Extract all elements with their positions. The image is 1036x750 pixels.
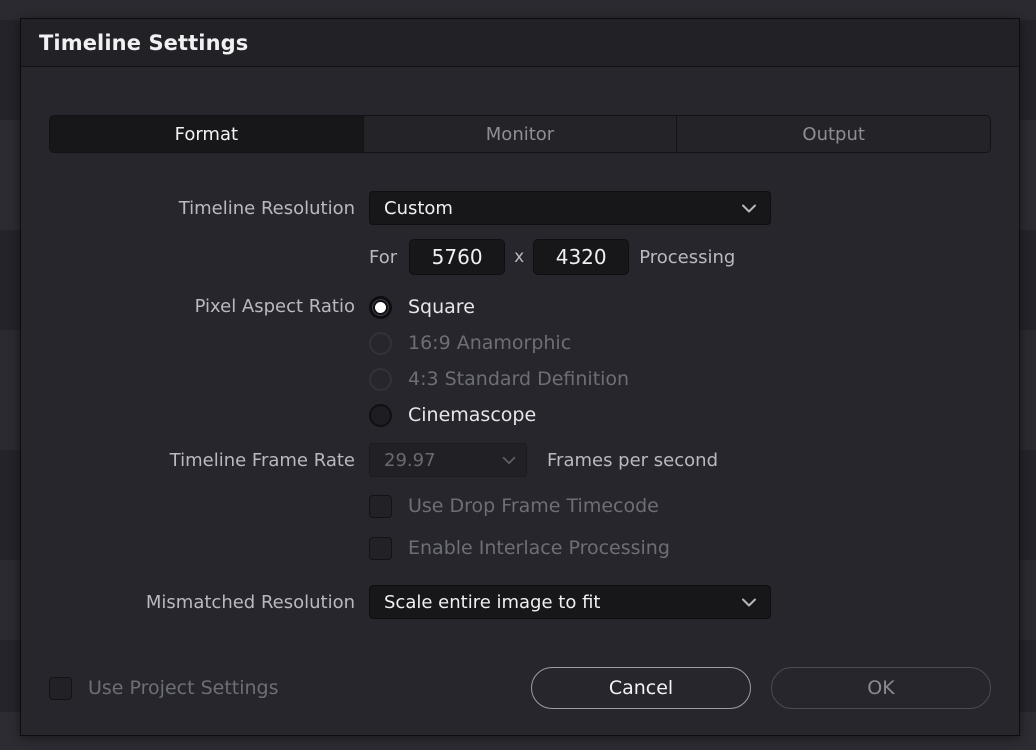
timeline-frame-rate-label: Timeline Frame Rate	[169, 449, 355, 471]
radio-row-cinemascope[interactable]: Cinemascope	[369, 397, 629, 433]
chevron-down-icon	[738, 591, 760, 613]
timeline-frame-rate-select: 29.97	[369, 443, 527, 477]
checkbox-drop-frame-timecode-icon	[369, 494, 392, 518]
tab-monitor-label: Monitor	[485, 123, 555, 145]
timeline-frame-rate-row: Timeline Frame Rate 29.97 Frames per sec…	[49, 443, 991, 477]
pixel-aspect-ratio-label: Pixel Aspect Ratio	[194, 296, 355, 317]
tab-format[interactable]: Format	[50, 116, 364, 152]
radio-standard-definition-icon	[369, 367, 392, 391]
custom-resolution-field: For x Processing	[369, 239, 991, 275]
radio-row-square[interactable]: Square	[369, 289, 629, 325]
pixel-aspect-ratio-row: Pixel Aspect Ratio Square 16:9 Anamorphi…	[49, 289, 991, 433]
checkbox-row-drop-frame-timecode: Use Drop Frame Timecode	[369, 489, 659, 523]
chevron-down-icon	[498, 449, 520, 471]
custom-resolution-row: For x Processing	[49, 239, 991, 275]
radio-cinemascope-label: Cinemascope	[408, 404, 537, 426]
dialog-titlebar: Timeline Settings	[21, 19, 1019, 67]
radio-square-icon[interactable]	[369, 295, 392, 319]
ok-button-label: OK	[867, 677, 895, 699]
dialog-footer: Use Project Settings Cancel OK	[49, 667, 991, 709]
radio-standard-definition-label: 4:3 Standard Definition	[408, 368, 630, 390]
drop-frame-timecode-row: Use Drop Frame Timecode	[49, 489, 991, 523]
timeline-frame-rate-value: 29.97	[384, 449, 436, 471]
timeline-frame-rate-field: 29.97 Frames per second	[369, 443, 991, 477]
timeline-height-input[interactable]	[533, 239, 630, 275]
mismatched-resolution-select[interactable]: Scale entire image to fit	[369, 585, 771, 619]
mismatched-resolution-value: Scale entire image to fit	[384, 591, 601, 613]
timeline-resolution-label: Timeline Resolution	[178, 197, 355, 219]
interlace-processing-field: Enable Interlace Processing	[369, 531, 991, 565]
checkbox-row-enable-interlace-processing: Enable Interlace Processing	[369, 531, 670, 565]
custom-resolution-suffix: Processing	[639, 246, 736, 268]
tab-format-label: Format	[174, 123, 239, 145]
timeline-width-input[interactable]	[409, 239, 506, 275]
timeline-resolution-value: Custom	[384, 197, 453, 219]
checkbox-enable-interlace-processing-label: Enable Interlace Processing	[408, 537, 670, 559]
dialog-body: Format Monitor Output Timeline Resolutio…	[21, 67, 1019, 735]
timeline-resolution-select[interactable]: Custom	[369, 191, 771, 225]
timeline-resolution-row: Timeline Resolution Custom	[49, 191, 991, 225]
frames-per-second-label: Frames per second	[547, 449, 718, 471]
mismatched-resolution-field: Scale entire image to fit	[369, 585, 991, 619]
tab-bar: Format Monitor Output	[49, 115, 991, 153]
custom-resolution-separator: x	[514, 247, 525, 267]
tab-monitor[interactable]: Monitor	[363, 116, 678, 152]
pixel-aspect-ratio-group: Square 16:9 Anamorphic 4:3 Standard Defi…	[369, 289, 629, 433]
radio-anamorphic-label: 16:9 Anamorphic	[408, 332, 572, 354]
mismatched-resolution-row: Mismatched Resolution Scale entire image…	[49, 585, 991, 619]
cancel-button[interactable]: Cancel	[531, 667, 751, 709]
mismatched-resolution-label: Mismatched Resolution	[145, 591, 355, 613]
pixel-aspect-ratio-field: Square 16:9 Anamorphic 4:3 Standard Defi…	[369, 289, 991, 433]
drop-frame-timecode-field: Use Drop Frame Timecode	[369, 489, 991, 523]
checkbox-enable-interlace-processing-icon	[369, 536, 392, 560]
chevron-down-icon	[738, 197, 760, 219]
checkbox-use-project-settings-icon	[49, 676, 72, 700]
interlace-processing-row: Enable Interlace Processing	[49, 531, 991, 565]
timeline-resolution-field: Custom	[369, 191, 991, 225]
radio-anamorphic-icon	[369, 331, 392, 355]
radio-row-standard-definition: 4:3 Standard Definition	[369, 361, 629, 397]
checkbox-drop-frame-timecode-label: Use Drop Frame Timecode	[408, 495, 659, 517]
tab-output-label: Output	[802, 123, 865, 145]
ok-button: OK	[771, 667, 991, 709]
dialog-title: Timeline Settings	[39, 30, 249, 55]
checkbox-use-project-settings-label: Use Project Settings	[88, 677, 279, 699]
radio-cinemascope-icon[interactable]	[369, 403, 392, 427]
checkbox-row-use-project-settings: Use Project Settings	[49, 671, 279, 705]
cancel-button-label: Cancel	[608, 677, 674, 699]
timeline-settings-dialog: Timeline Settings Format Monitor Output …	[20, 18, 1020, 736]
radio-row-anamorphic: 16:9 Anamorphic	[369, 325, 629, 361]
custom-resolution-prefix: For	[369, 246, 398, 268]
tab-output[interactable]: Output	[677, 116, 990, 152]
radio-square-label: Square	[408, 296, 475, 318]
